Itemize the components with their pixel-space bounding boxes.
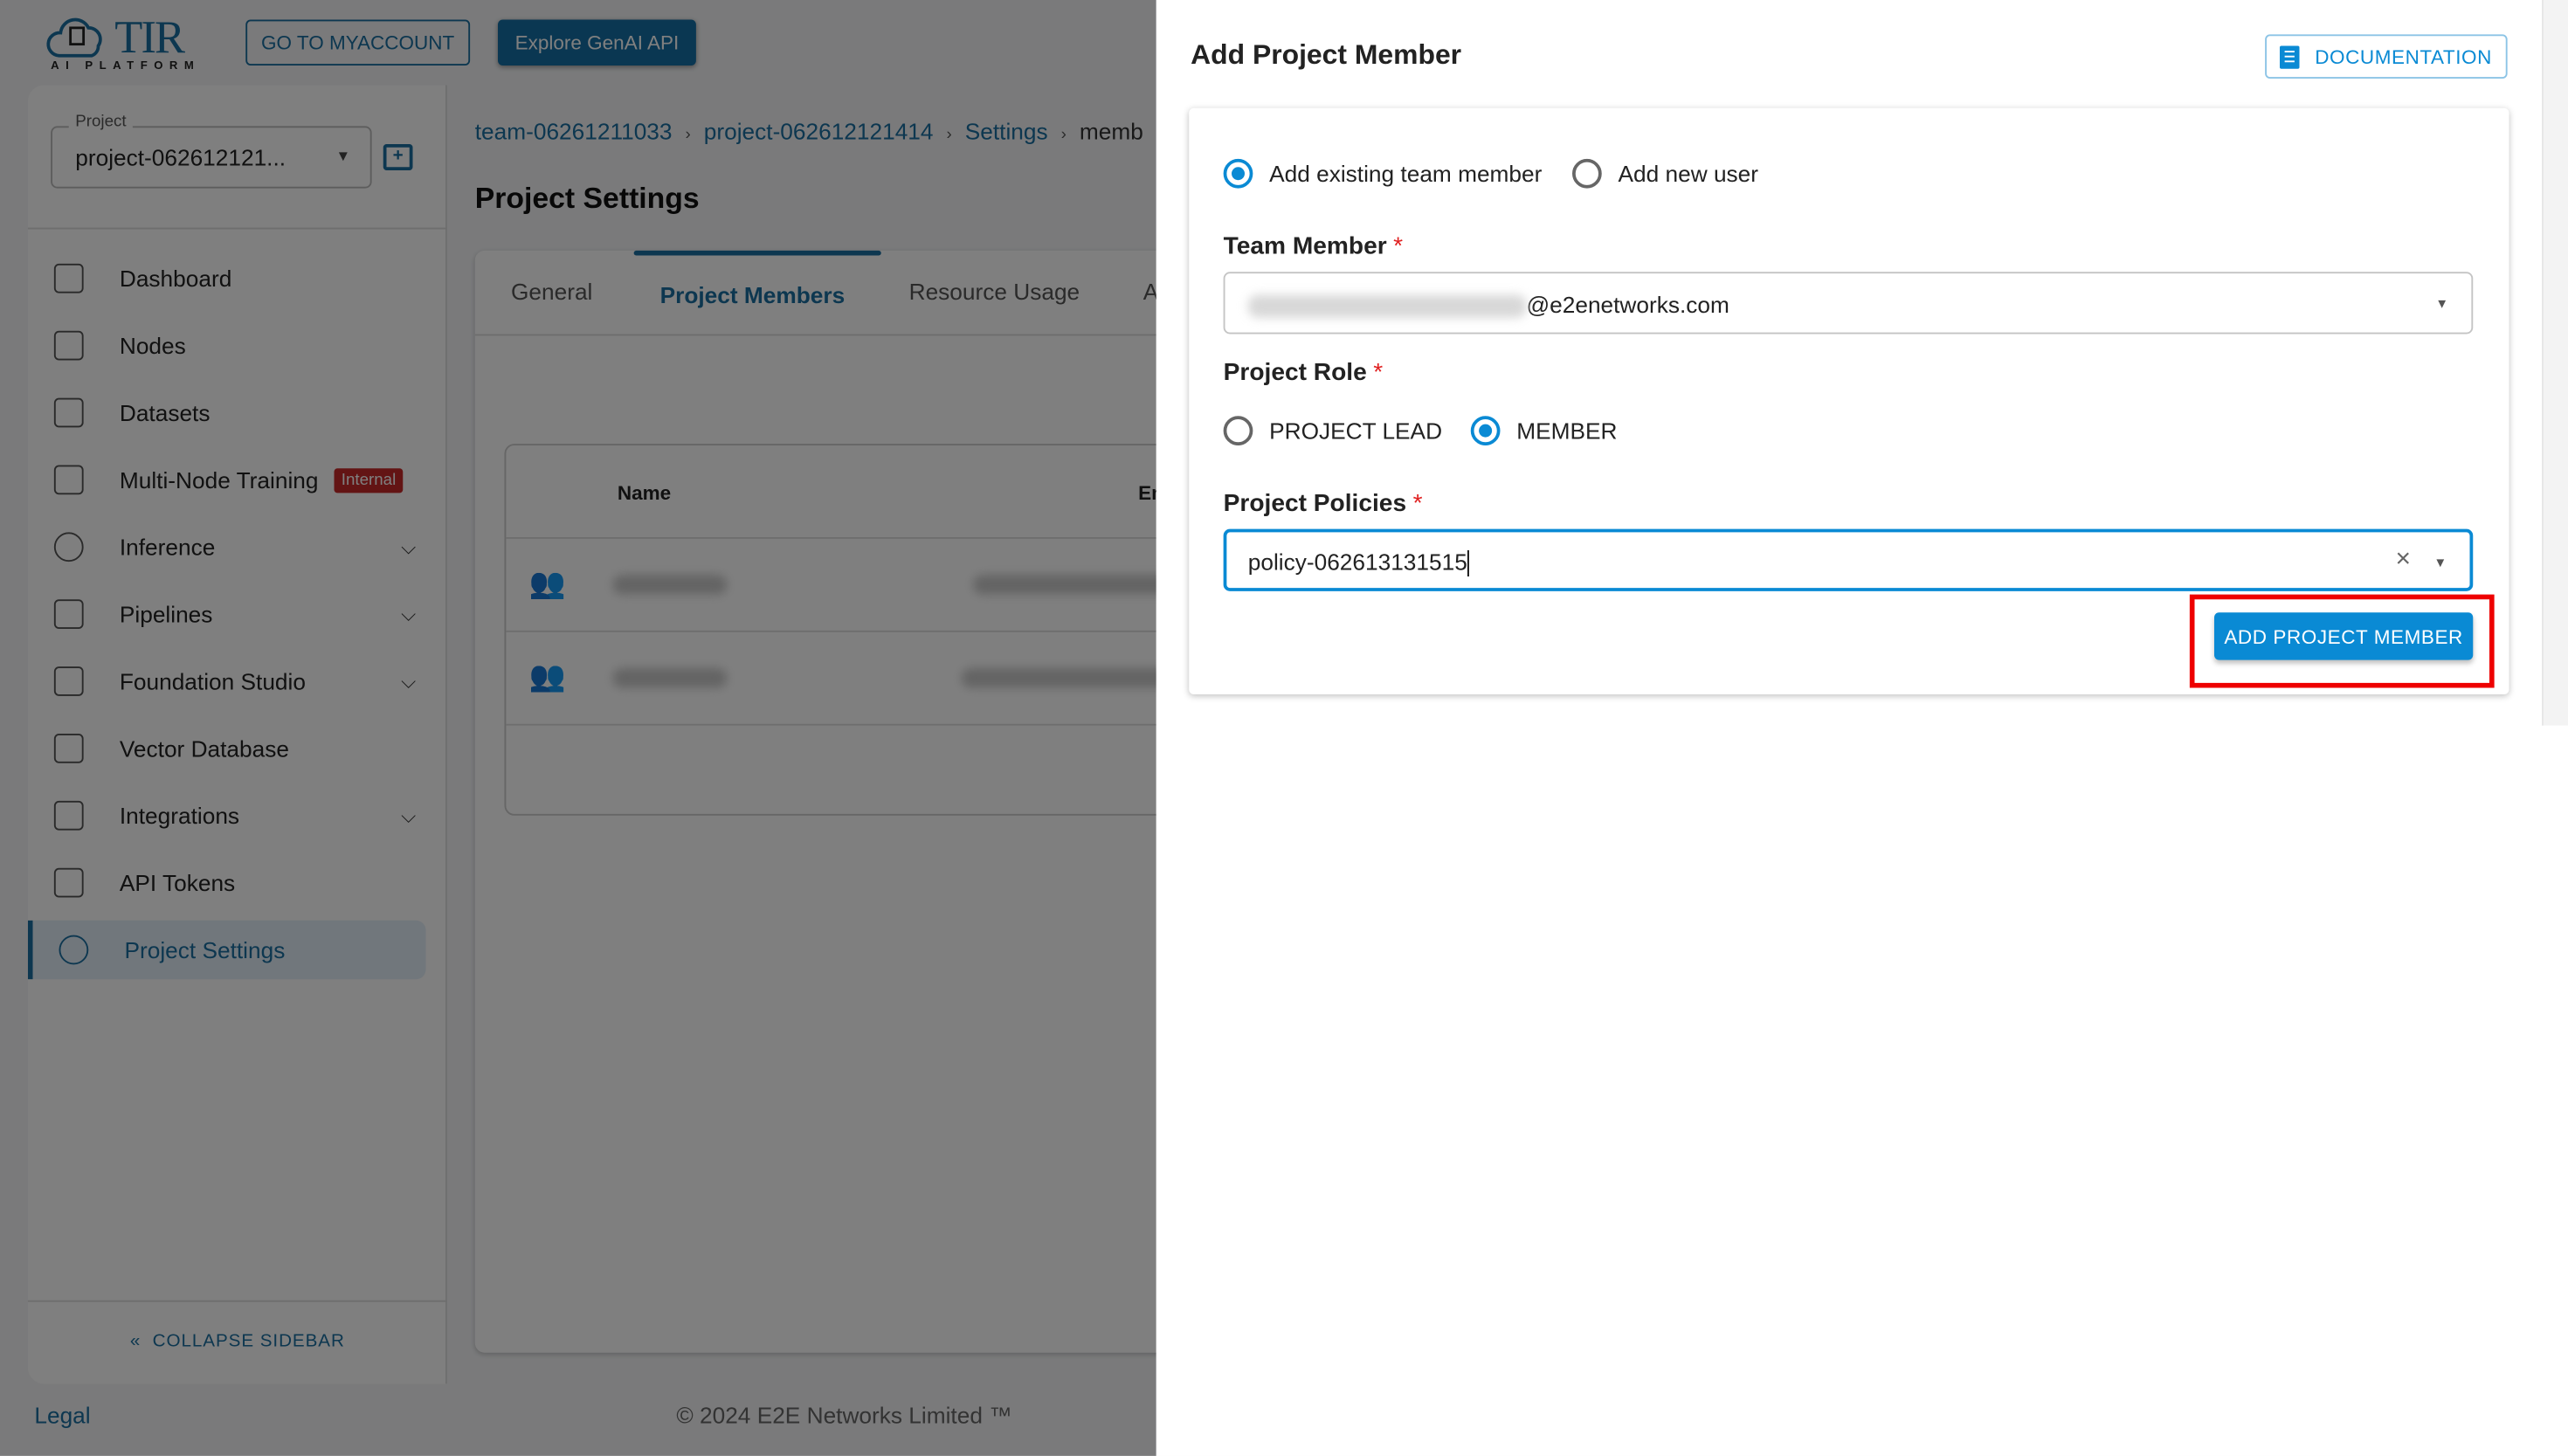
project-policies-input[interactable]: policy-062613131515 × ▼ <box>1223 528 2474 591</box>
modal-backdrop[interactable] <box>0 0 1156 1456</box>
policies-value: policy-062613131515 <box>1247 549 1467 576</box>
radio-label: MEMBER <box>1516 417 1618 445</box>
label-text: Project Role <box>1223 358 1367 387</box>
clear-icon[interactable]: × <box>2395 545 2411 575</box>
project-policies-label: Project Policies * <box>1224 490 1423 518</box>
label-text: Team Member <box>1223 232 1387 261</box>
team-member-select[interactable]: @e2enetworks.com ▼ <box>1223 272 2474 335</box>
team-member-value: @e2enetworks.com <box>1526 291 1729 318</box>
highlight-box <box>2189 594 2495 688</box>
radio-checked-icon <box>1223 158 1253 189</box>
radio-add-new-user[interactable]: Add new user <box>1572 158 1759 189</box>
documentation-label: DOCUMENTATION <box>2315 45 2492 68</box>
scrollbar[interactable] <box>2542 0 2568 726</box>
required-mark: * <box>1393 232 1404 261</box>
required-mark: * <box>1412 489 1423 518</box>
drawer-title: Add Project Member <box>1191 39 1462 71</box>
radio-label: PROJECT LEAD <box>1269 417 1443 445</box>
label-text: Project Policies <box>1223 489 1407 518</box>
project-role-label: Project Role * <box>1224 359 1384 387</box>
radio-label: Add new user <box>1618 160 1759 187</box>
required-mark: * <box>1373 358 1384 387</box>
document-icon <box>2280 45 2301 68</box>
radio-unchecked-icon <box>1572 158 1602 189</box>
add-project-member-drawer: Add Project Member DOCUMENTATION Add exi… <box>1156 0 2568 1456</box>
chevron-down-icon[interactable]: ▼ <box>2435 296 2448 311</box>
redacted-email-prefix <box>1247 295 1527 319</box>
chevron-down-icon[interactable]: ▼ <box>2433 555 2447 570</box>
radio-member[interactable]: MEMBER <box>1470 416 1618 445</box>
radio-checked-icon <box>1470 416 1501 445</box>
radio-add-existing-member[interactable]: Add existing team member <box>1223 158 1543 189</box>
documentation-button[interactable]: DOCUMENTATION <box>2265 34 2508 79</box>
radio-label: Add existing team member <box>1269 160 1543 187</box>
radio-unchecked-icon <box>1223 416 1253 445</box>
text-cursor <box>1467 550 1469 577</box>
radio-project-lead[interactable]: PROJECT LEAD <box>1223 416 1443 445</box>
team-member-label: Team Member * <box>1224 232 1404 260</box>
